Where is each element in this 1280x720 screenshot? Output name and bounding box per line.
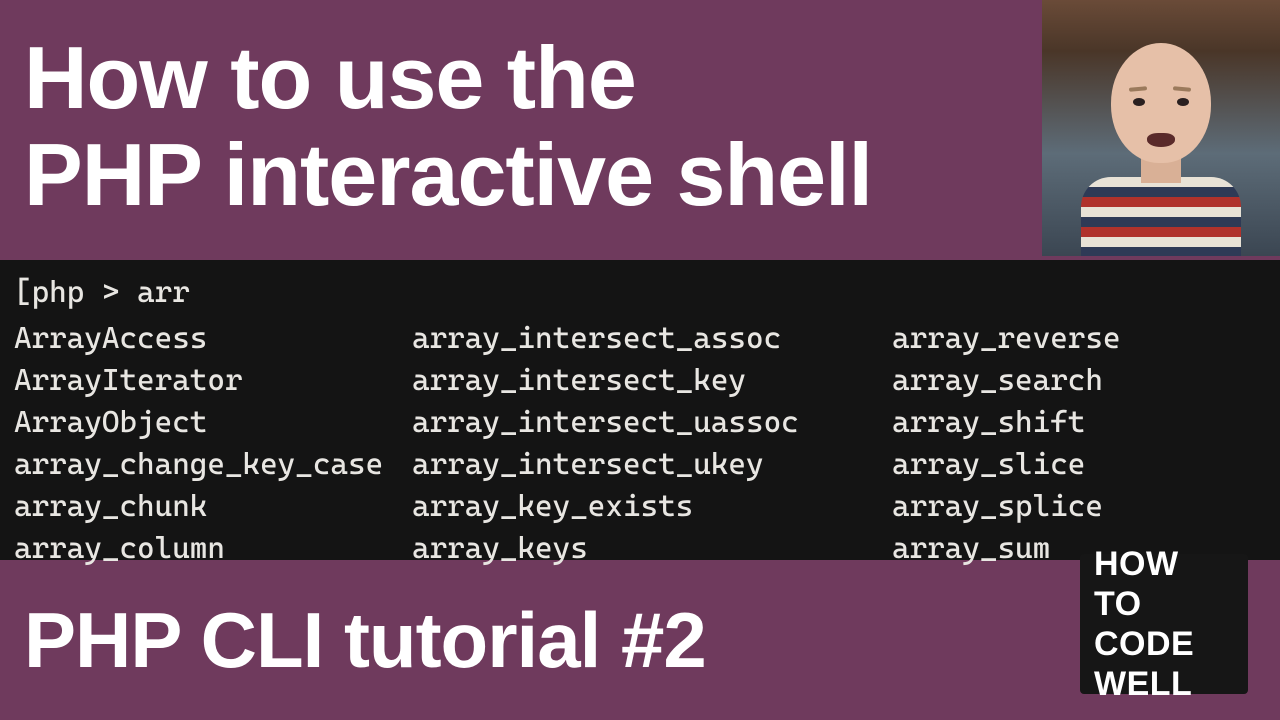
completion-column-1: array_intersect_assoc array_intersect_ke…: [412, 318, 892, 570]
completion-item: array_intersect_uassoc: [412, 402, 892, 444]
completion-item: ArrayObject: [14, 402, 412, 444]
completion-column-2: array_reverse array_search array_shift a…: [892, 318, 1262, 570]
completion-item: array_shift: [892, 402, 1262, 444]
title-line-1: How to use the: [24, 28, 636, 127]
completion-item: array_intersect_ukey: [412, 444, 892, 486]
main-title: How to use the PHP interactive shell: [24, 30, 872, 224]
completion-item: array_change_key_case: [14, 444, 412, 486]
completion-item: array_reverse: [892, 318, 1262, 360]
badge-text: HOW TO CODE WELL: [1094, 544, 1234, 704]
completion-item: array_search: [892, 360, 1262, 402]
completion-item: array_chunk: [14, 486, 412, 528]
title-line-2: PHP interactive shell: [24, 125, 872, 224]
completion-item: array_column: [14, 528, 412, 570]
completion-column-0: ArrayAccess ArrayIterator ArrayObject ar…: [14, 318, 412, 570]
footer-title: PHP CLI tutorial #2: [24, 595, 706, 686]
presenter-webcam: [1042, 0, 1280, 256]
completion-item: array_slice: [892, 444, 1262, 486]
completion-item: array_intersect_assoc: [412, 318, 892, 360]
terminal-prompt: [php > arr: [14, 272, 1262, 314]
channel-badge: HOW TO CODE WELL: [1080, 554, 1248, 694]
completion-item: ArrayAccess: [14, 318, 412, 360]
completion-item: array_keys: [412, 528, 892, 570]
terminal-output: [php > arr ArrayAccess ArrayIterator Arr…: [0, 260, 1280, 560]
completion-item: ArrayIterator: [14, 360, 412, 402]
completion-item: array_intersect_key: [412, 360, 892, 402]
completion-item: array_key_exists: [412, 486, 892, 528]
completion-item: array_splice: [892, 486, 1262, 528]
